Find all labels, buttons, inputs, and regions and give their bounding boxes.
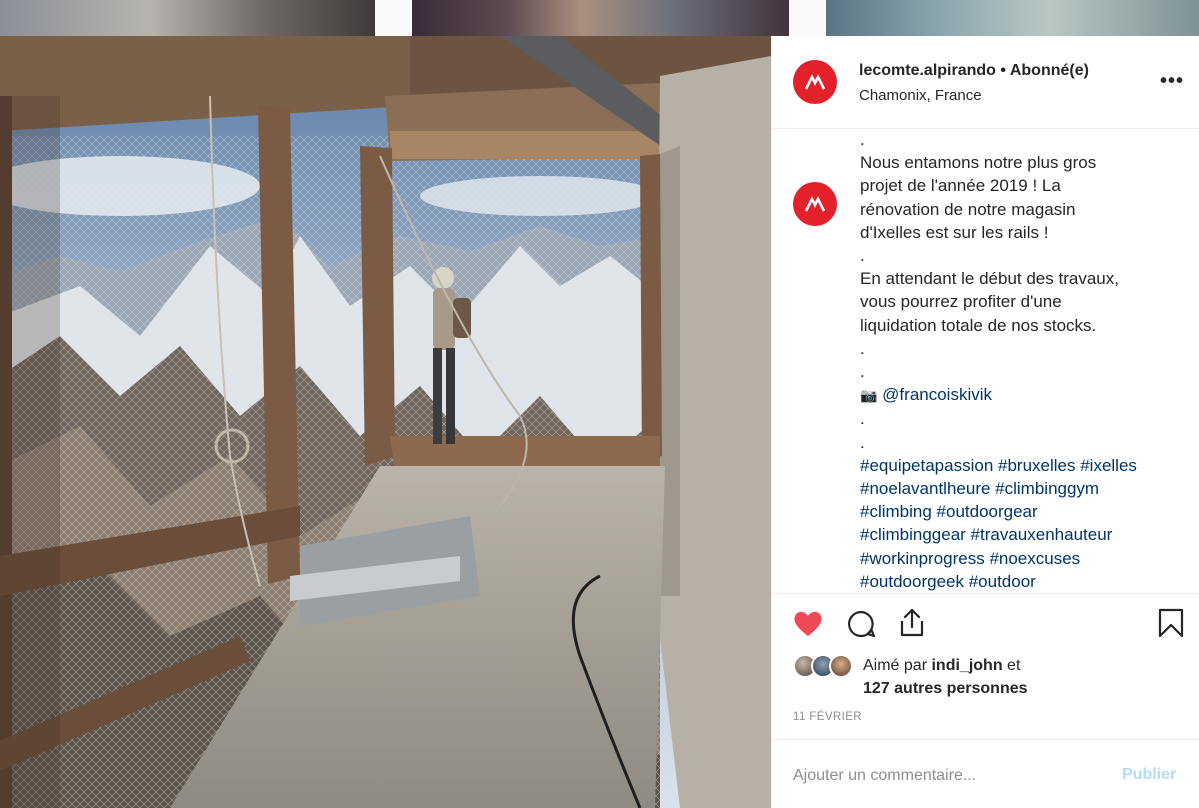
caption-line: En attendant le début des travaux, (860, 269, 1119, 289)
hashtag-line[interactable]: #equipetapassion #bruxelles #ixelles (860, 454, 1180, 477)
bookmark-icon[interactable] (1155, 607, 1187, 639)
caption-line: . (860, 246, 865, 266)
publish-button[interactable]: Publier (1122, 766, 1176, 784)
comment-input[interactable] (793, 764, 1093, 788)
caption-line: vous pourrez profiter d'une (860, 292, 1062, 312)
likes-suffix: et (1007, 657, 1021, 674)
likes-count-link[interactable]: 127 autres personnes (863, 680, 1028, 697)
profile-avatar[interactable] (793, 60, 837, 104)
camera-icon: 📷 (860, 387, 878, 404)
caption-text: . Nous entamons notre plus gros projet d… (860, 130, 1180, 593)
hashtag-line[interactable]: #climbinggear #travauxenhauteur (860, 523, 1180, 546)
hashtag-line[interactable]: #workinprogress #noexcuses (860, 547, 1180, 570)
post-header: lecomte.alpirando • Abonné(e) Chamonix, … (772, 36, 1199, 129)
hashtag-line[interactable]: #outdoorgeek #outdoor (860, 570, 1180, 593)
follow-status[interactable]: Abonné(e) (1010, 62, 1089, 79)
caption-line: . (860, 362, 865, 382)
caption-line: . (860, 130, 865, 149)
liker-username-link[interactable]: indi_john (931, 657, 1002, 674)
caption-avatar[interactable] (793, 182, 837, 226)
avatar (829, 654, 853, 678)
caption-line: . (860, 432, 865, 452)
post-panel: lecomte.alpirando • Abonné(e) Chamonix, … (771, 36, 1199, 808)
caption-line: d'Ixelles est sur les rails ! (860, 222, 1049, 242)
caption-line: . (860, 409, 865, 429)
post-photo[interactable] (0, 36, 771, 808)
thumbnail-strip (0, 0, 1199, 36)
likes-prefix: Aimé par (863, 657, 928, 674)
brand-logo-icon (804, 74, 826, 90)
more-icon[interactable]: ••• (1160, 70, 1184, 93)
thumbnail-post-2[interactable] (412, 0, 789, 36)
caption-line: Nous entamons notre plus gros (860, 153, 1097, 173)
caption-line: . (860, 338, 865, 358)
comment-icon[interactable] (845, 608, 877, 640)
caption-line: projet de l'année 2019 ! La (860, 176, 1061, 196)
photo-scene (0, 36, 771, 808)
location-link[interactable]: Chamonix, France (859, 87, 982, 104)
hashtag-line[interactable]: #noelavantlheure #climbinggym (860, 477, 1180, 500)
brand-logo-icon (804, 196, 826, 212)
caption-line: liquidation totale de nos stocks. (860, 315, 1097, 335)
likers-avatars[interactable] (793, 654, 859, 680)
mention-link[interactable]: @francoiskivik (882, 385, 992, 404)
thumbnail-post-1[interactable] (0, 0, 375, 36)
share-icon[interactable] (896, 607, 928, 639)
heart-icon[interactable] (792, 608, 824, 640)
username-link[interactable]: lecomte.alpirando (859, 62, 996, 79)
post-date[interactable]: 11 FÉVRIER (793, 711, 862, 723)
likes-summary: Aimé par indi_john et 127 autres personn… (863, 654, 1028, 700)
thumbnail-post-3[interactable] (826, 0, 1199, 36)
caption-mention-line: 📷 @francoiskivik (860, 383, 1180, 407)
caption-line: rénovation de notre magasin (860, 199, 1076, 219)
caption-area: . Nous entamons notre plus gros projet d… (772, 130, 1199, 593)
comment-box: Publier (772, 739, 1199, 808)
header-title: lecomte.alpirando • Abonné(e) (859, 62, 1089, 80)
hashtag-line[interactable]: #climbing #outdoorgear (860, 500, 1180, 523)
separator-dot: • (1000, 62, 1006, 79)
